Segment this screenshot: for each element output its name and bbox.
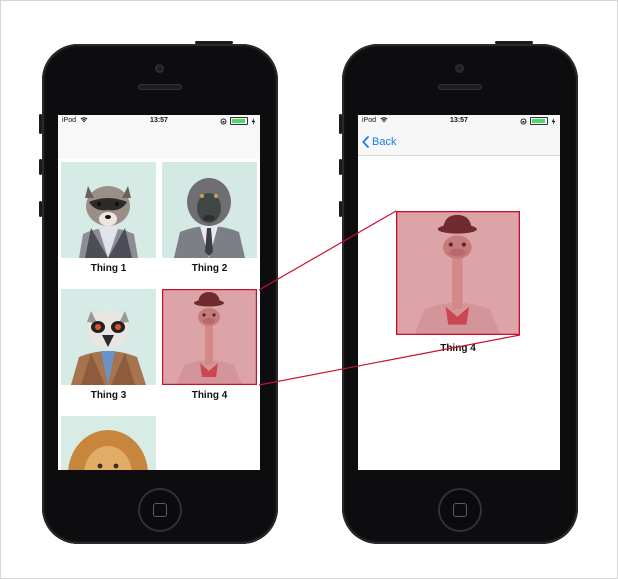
grid-cell-2[interactable]: Thing 2 — [162, 162, 257, 274]
volume-up-button — [39, 159, 42, 175]
battery-icon — [230, 117, 248, 125]
lemur-image — [61, 289, 156, 385]
back-label: Back — [372, 136, 397, 148]
back-button[interactable]: Back — [362, 136, 396, 148]
baboon-image — [162, 162, 257, 258]
lion-image — [61, 416, 156, 470]
detail-screen: iPod 13:57 Back Thing 4 — [358, 115, 560, 470]
volume-down-button — [339, 201, 342, 217]
status-bar: iPod 13:57 — [358, 115, 560, 127]
cell-label: Thing 2 — [191, 263, 228, 274]
raccoon-image — [61, 162, 156, 258]
earpiece-speaker — [438, 84, 482, 90]
detail-image-ostrich — [396, 211, 520, 335]
ostrich-image — [162, 289, 257, 385]
charging-icon — [251, 117, 256, 125]
rotation-lock-icon — [220, 118, 227, 124]
sleep-button — [495, 41, 533, 44]
front-camera — [455, 64, 464, 73]
front-camera — [155, 64, 164, 73]
cell-label: Thing 4 — [191, 390, 228, 401]
cell-label: Thing 3 — [90, 390, 127, 401]
mute-switch — [339, 114, 342, 134]
charging-icon — [551, 117, 556, 125]
collection-screen: iPod 13:57 Thing 1 Thing 2 Thing 3 Thing… — [58, 115, 260, 470]
grid-cell-3[interactable]: Thing 3 — [61, 289, 156, 401]
grid-cell-4-selected[interactable]: Thing 4 — [162, 289, 257, 401]
volume-down-button — [39, 201, 42, 217]
earpiece-speaker — [138, 84, 182, 90]
sleep-button — [195, 41, 233, 44]
chevron-left-icon — [362, 136, 369, 148]
detail-label: Thing 4 — [440, 343, 476, 354]
battery-icon — [530, 117, 548, 125]
left-iphone: iPod 13:57 Thing 1 Thing 2 Thing 3 Thing… — [39, 41, 278, 544]
rotation-lock-icon — [520, 118, 527, 124]
home-button[interactable] — [138, 488, 182, 532]
cell-label: Thing 1 — [90, 263, 127, 274]
grid-cell-5[interactable] — [61, 416, 156, 470]
volume-up-button — [339, 159, 342, 175]
home-button[interactable] — [438, 488, 482, 532]
grid-cell-1[interactable]: Thing 1 — [61, 162, 156, 274]
mute-switch — [39, 114, 42, 134]
status-bar: iPod 13:57 — [58, 115, 260, 127]
right-iphone: iPod 13:57 Back Thing 4 — [339, 41, 578, 544]
